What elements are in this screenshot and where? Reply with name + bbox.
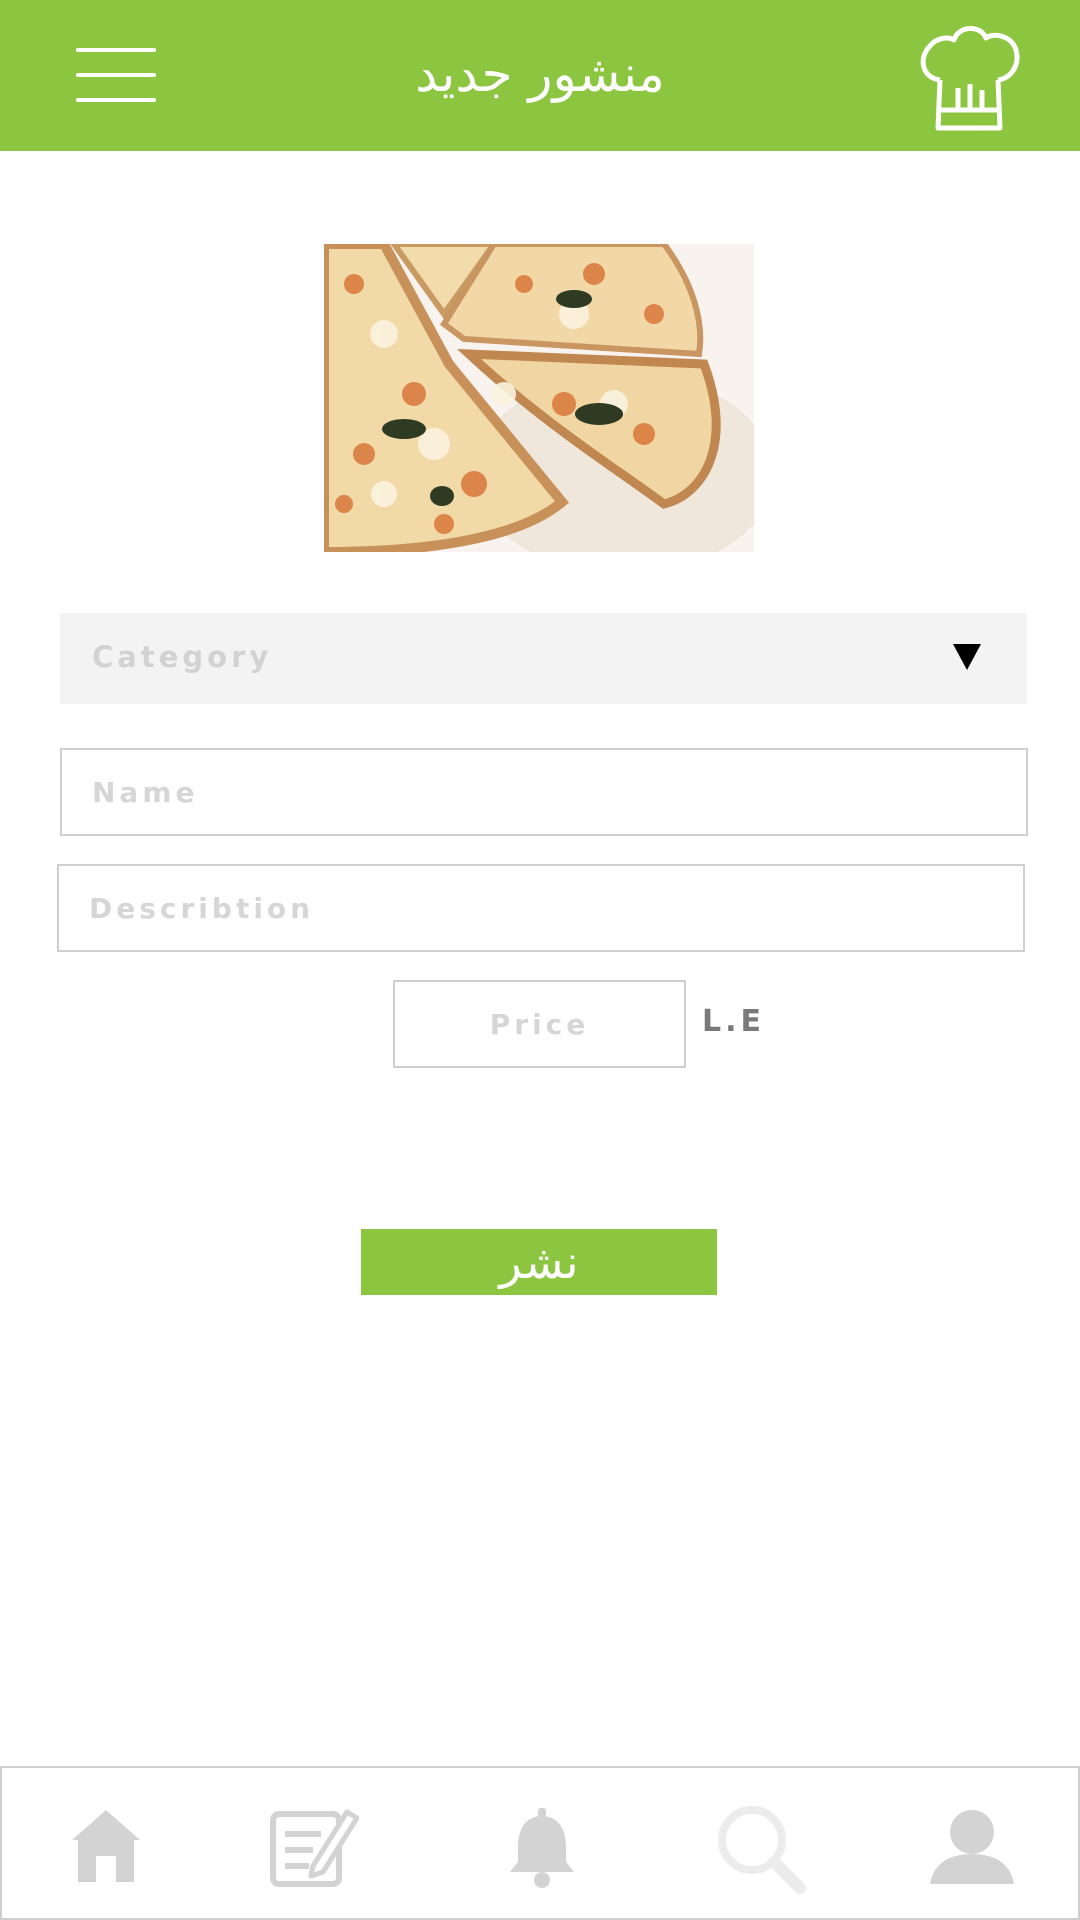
bottom-nav — [0, 1766, 1080, 1920]
home-icon — [72, 1810, 140, 1882]
profile-icon — [930, 1810, 1014, 1884]
currency-label: L.E — [702, 1004, 766, 1039]
nav-search[interactable] — [678, 1768, 838, 1918]
category-select[interactable]: Category — [60, 613, 1027, 704]
nav-new-post[interactable] — [233, 1768, 393, 1918]
price-input[interactable] — [393, 980, 686, 1068]
category-placeholder: Category — [92, 640, 273, 674]
dropdown-arrow-icon — [953, 644, 981, 670]
bell-icon — [510, 1808, 574, 1888]
publish-button[interactable]: نشر — [361, 1229, 717, 1295]
app-screen: منشور جديد Category Name Describtion Pri… — [0, 0, 1080, 1920]
chef-hat-icon[interactable] — [916, 18, 1022, 132]
top-bar: منشور جديد — [0, 0, 1080, 151]
search-icon — [718, 1806, 806, 1894]
description-input[interactable] — [57, 864, 1025, 952]
nav-home[interactable] — [26, 1768, 186, 1918]
nav-notifications[interactable] — [458, 1768, 618, 1918]
nav-profile[interactable] — [892, 1768, 1052, 1918]
post-image[interactable] — [324, 244, 754, 552]
name-input[interactable] — [60, 748, 1028, 836]
edit-post-icon — [270, 1809, 359, 1887]
